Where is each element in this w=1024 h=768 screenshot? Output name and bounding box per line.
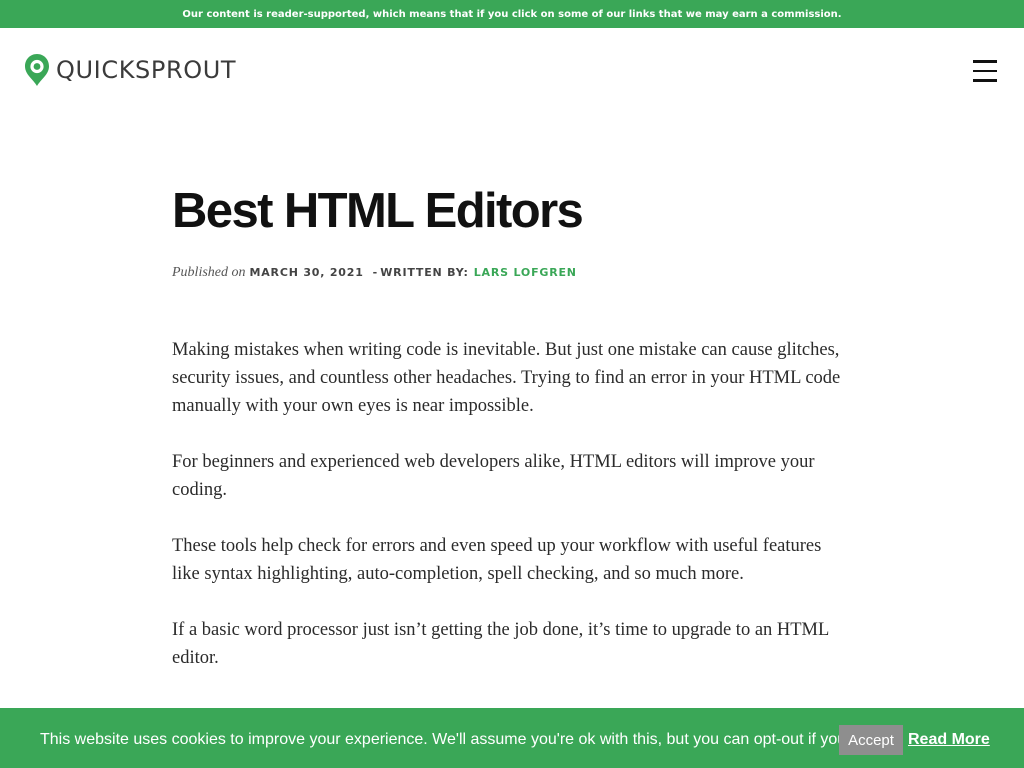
published-label: Published on — [172, 265, 246, 280]
cookie-consent-bar: This website uses cookies to improve you… — [0, 708, 1024, 768]
article-body: Making mistakes when writing code is ine… — [172, 336, 852, 672]
article-paragraph: Making mistakes when writing code is ine… — [172, 340, 841, 416]
cookie-message: This website uses cookies to improve you… — [40, 731, 888, 748]
written-by-label: WRITTEN BY: — [380, 266, 469, 279]
logo-wordmark: QUICKSPROUT — [56, 56, 237, 84]
site-logo[interactable]: QUICKSPROUT — [24, 52, 236, 88]
hamburger-menu-icon[interactable] — [972, 58, 998, 84]
top-banner: Our content is reader-supported, which m… — [0, 0, 1024, 28]
meta-separator: - — [372, 266, 378, 279]
author-link[interactable]: LARS LOFGREN — [474, 264, 577, 282]
quicksprout-logo-icon — [25, 54, 49, 86]
article-meta: Published on MARCH 30, 2021 - WRITTEN BY… — [172, 264, 852, 282]
article-title: Best HTML Editors — [172, 184, 584, 238]
article-paragraph: If a basic word processor just isn’t get… — [172, 620, 829, 668]
article: Best HTML Editors Published on MARCH 30,… — [172, 180, 852, 700]
cookie-read-more-link[interactable]: Read More — [908, 731, 990, 749]
site-header: QUICKSPROUT — [0, 28, 1024, 112]
article-paragraph: For beginners and experienced web develo… — [172, 452, 815, 500]
article-paragraph: These tools help check for errors and ev… — [172, 536, 822, 584]
cookie-accept-button[interactable]: Accept — [839, 725, 903, 755]
publish-date: MARCH 30, 2021 — [249, 266, 364, 279]
top-banner-text: Our content is reader-supported, which m… — [182, 8, 842, 20]
